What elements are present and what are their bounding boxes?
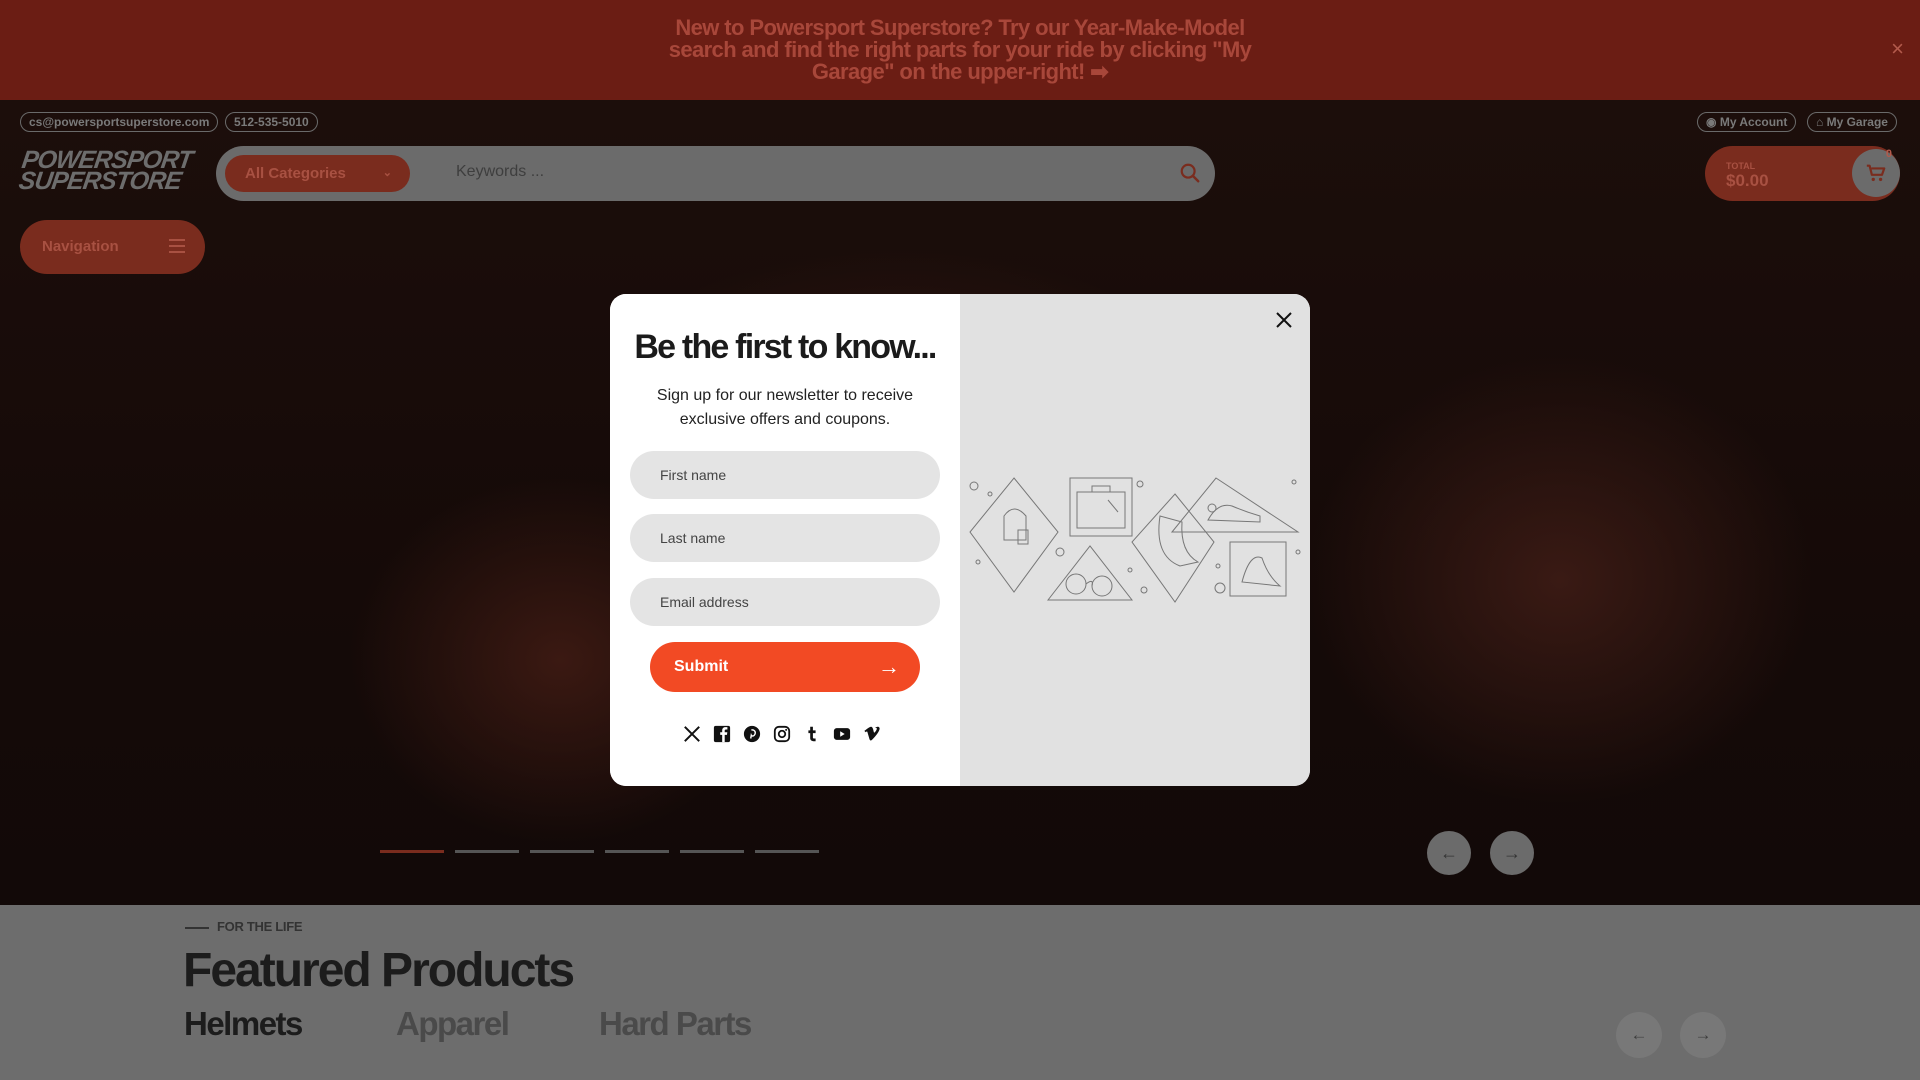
slide-dot-6[interactable] — [755, 850, 819, 853]
submit-button[interactable]: Submit → — [650, 642, 920, 692]
hamburger-icon — [169, 239, 185, 253]
first-name-field[interactable] — [630, 451, 940, 499]
navigation-label: Navigation — [42, 238, 119, 255]
arrow-right-icon: → — [1694, 1025, 1712, 1044]
tab-helmets[interactable]: Helmets — [184, 1005, 303, 1043]
facebook-icon[interactable] — [712, 724, 732, 744]
pinterest-icon[interactable] — [742, 724, 762, 744]
my-account-link[interactable]: ◉ My Account — [1697, 112, 1797, 132]
cart-widget[interactable]: TOTAL $0.00 0 — [1705, 146, 1900, 201]
slide-dot-3[interactable] — [530, 850, 594, 853]
email-link[interactable]: cs@powersportsuperstore.com — [20, 112, 219, 132]
close-icon[interactable] — [1272, 308, 1296, 332]
products-illustration — [969, 477, 1301, 603]
newsletter-modal: Be the first to know... Sign up for our … — [610, 294, 1310, 786]
search-icon[interactable] — [1179, 162, 1201, 184]
category-label: All Categories — [245, 165, 346, 182]
featured-title: Featured Products — [183, 944, 575, 997]
social-links — [682, 724, 882, 744]
phone-link[interactable]: 512-535-5010 — [225, 112, 318, 132]
modal-illustration-panel — [960, 294, 1310, 786]
announcement-text: New to Powersport Superstore? Try our Ye… — [668, 15, 1252, 84]
garage-icon: ⌂ — [1816, 115, 1824, 129]
cart-total-value: $0.00 — [1726, 171, 1769, 190]
featured-next-button[interactable]: → — [1680, 1012, 1726, 1058]
featured-eyebrow: FOR THE LIFE — [185, 919, 303, 934]
submit-label: Submit — [674, 658, 729, 675]
slide-dot-2[interactable] — [455, 850, 519, 853]
navigation-button[interactable]: Navigation — [20, 220, 205, 274]
my-account-label: My Account — [1719, 115, 1788, 129]
tab-hard-parts[interactable]: Hard Parts — [599, 1005, 752, 1043]
cart-icon — [1866, 164, 1886, 182]
my-garage-link[interactable]: ⌂ My Garage — [1807, 112, 1897, 132]
user-icon: ◉ — [1706, 115, 1717, 129]
slide-dot-5[interactable] — [680, 850, 744, 853]
tumblr-icon[interactable] — [802, 724, 822, 744]
modal-subtitle: Sign up for our newsletter to receive ex… — [656, 387, 914, 428]
featured-prev-button[interactable]: ← — [1616, 1012, 1662, 1058]
cart-button[interactable] — [1852, 149, 1900, 197]
site-logo[interactable]: POWERSPORT SUPERSTORE — [17, 146, 204, 198]
cart-count-badge: 0 — [1885, 148, 1892, 160]
slide-dot-4[interactable] — [605, 850, 669, 853]
category-dropdown[interactable]: All Categories ⌄ — [225, 155, 410, 192]
announcement-close-icon[interactable]: × — [1891, 38, 1904, 60]
x-icon[interactable] — [682, 724, 702, 744]
modal-form-panel: Be the first to know... Sign up for our … — [610, 294, 960, 786]
arrow-left-icon: ← — [1630, 1025, 1648, 1044]
tab-apparel[interactable]: Apparel — [396, 1005, 510, 1043]
chevron-down-icon: ⌄ — [382, 167, 392, 179]
slide-indicators — [380, 850, 819, 853]
modal-title: Be the first to know... — [634, 328, 937, 366]
last-name-field[interactable] — [630, 514, 940, 562]
cart-total-label: TOTAL — [1726, 161, 1756, 171]
announcement-bar: New to Powersport Superstore? Try our Ye… — [0, 0, 1920, 100]
search-input[interactable]: Keywords ... — [456, 163, 544, 181]
arrow-left-icon: ← — [1440, 843, 1458, 863]
youtube-icon[interactable] — [832, 724, 852, 744]
instagram-icon[interactable] — [772, 724, 792, 744]
search-bar: All Categories ⌄ Keywords ... — [216, 146, 1215, 201]
my-garage-label: My Garage — [1826, 115, 1888, 129]
email-field[interactable] — [630, 578, 940, 626]
slide-dot-1[interactable] — [380, 850, 444, 853]
hero-prev-button[interactable]: ← — [1427, 831, 1471, 875]
arrow-right-icon: → — [1503, 843, 1521, 863]
hero-next-button[interactable]: → — [1490, 831, 1534, 875]
vimeo-icon[interactable] — [862, 724, 882, 744]
arrow-right-icon: → — [878, 654, 900, 679]
logo-line-2: SUPERSTORE — [17, 167, 183, 195]
